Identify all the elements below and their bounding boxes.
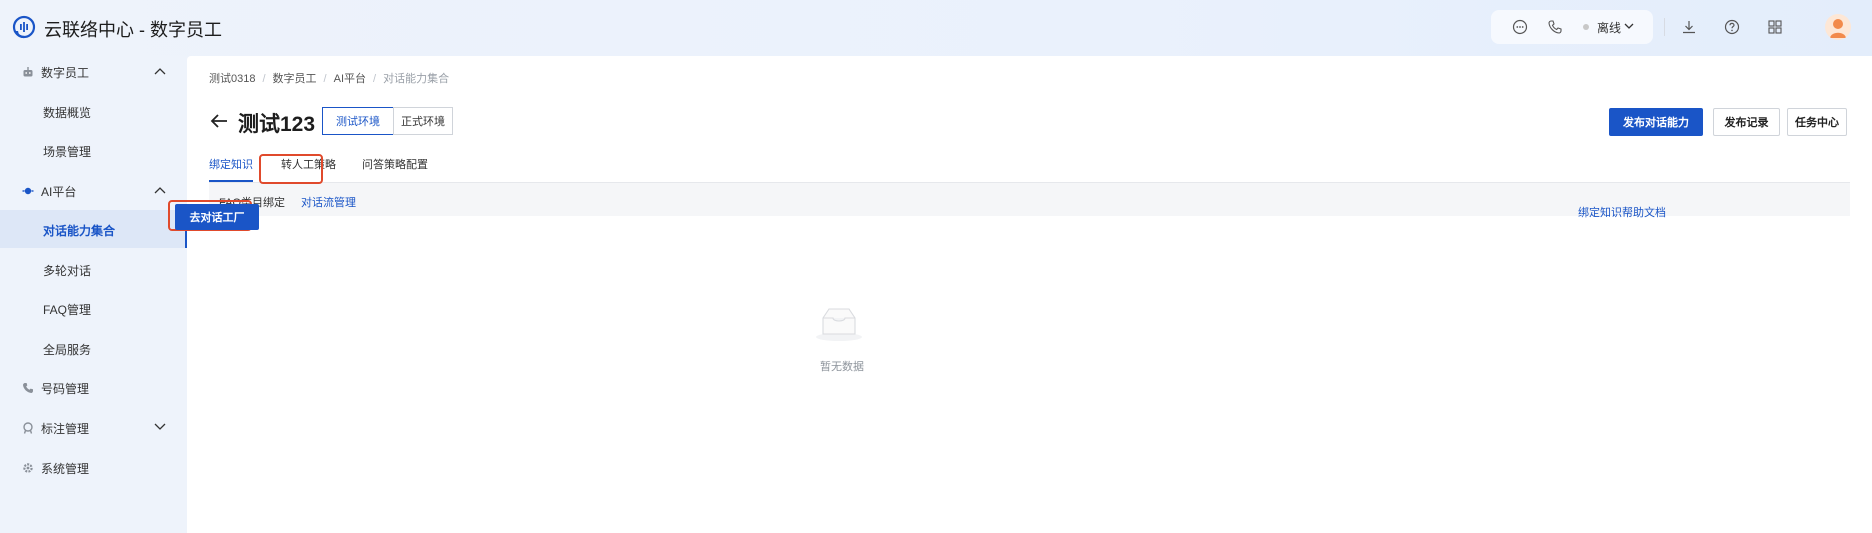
subtab-dialog-flow[interactable]: 对话流管理 — [301, 194, 356, 210]
sidebar-item-faq-management[interactable]: FAQ管理 — [0, 289, 187, 327]
gear-icon — [23, 463, 33, 473]
page-title: 测试123 — [238, 113, 316, 136]
publish-history-button[interactable]: 发布记录 — [1713, 108, 1780, 136]
sidebar-item-label: 号码管理 — [41, 382, 90, 396]
chat-icon[interactable] — [1512, 19, 1528, 35]
back-arrow-icon[interactable] — [209, 113, 229, 129]
logo-icon — [12, 15, 36, 39]
breadcrumb-item[interactable]: 数字员工 — [273, 73, 317, 85]
top-bar: 云联络中心 - 数字员工 离线 — [0, 0, 1872, 56]
sidebar-item-global-service[interactable]: 全局服务 — [0, 329, 187, 367]
toolbar-divider — [1664, 18, 1665, 36]
main-content: 测试0318/数字员工 / AI平台 / 对话能力集合 测试123 测试环境 正式环境 … — [168, 56, 1872, 533]
sidebar-item-label: 多轮对话 — [43, 264, 92, 278]
status-select[interactable]: 离线 — [1597, 19, 1621, 36]
publish-button[interactable]: 发布对话能力 — [1609, 108, 1703, 136]
chevron-down-icon[interactable] — [1624, 22, 1634, 30]
sidebar-item-data-overview[interactable]: 数据概览 — [0, 92, 187, 130]
sidebar-item-multi-turn-dialog[interactable]: 多轮对话 — [0, 250, 187, 288]
user-avatar-icon — [1830, 19, 1846, 38]
sidebar-item-label: 对话能力集合 — [43, 224, 116, 238]
sidebar-item-dialog-capabilities[interactable]: 对话能力集合 — [0, 210, 187, 248]
robot-icon — [23, 67, 33, 77]
tag-icon — [23, 422, 33, 434]
chevron-down-icon — [154, 423, 166, 430]
ai-icon — [22, 187, 34, 195]
breadcrumb-item[interactable]: 测试0318 — [209, 73, 255, 85]
breadcrumb-item[interactable]: AI平台 — [334, 73, 366, 85]
phone-icon[interactable] — [1547, 19, 1563, 35]
tab-qa-strategy[interactable]: 问答策略配置 — [362, 156, 428, 172]
help-icon[interactable] — [1724, 19, 1740, 35]
app-title: 云联络中心 - 数字员工 — [44, 20, 222, 40]
avatar[interactable] — [1825, 14, 1851, 40]
env-tab-test[interactable]: 测试环境 — [322, 107, 394, 135]
tab-bind-knowledge[interactable]: 绑定知识 — [209, 156, 253, 172]
sidebar-item-label: 场景管理 — [43, 145, 92, 159]
download-icon[interactable] — [1681, 19, 1697, 35]
go-dialog-factory-button[interactable]: 去对话工厂 — [175, 204, 259, 230]
apps-grid-icon[interactable] — [1767, 19, 1783, 35]
phone-icon — [23, 383, 33, 393]
sidebar-item-label: 数字员工 — [41, 66, 90, 80]
breadcrumb-current: 对话能力集合 — [383, 73, 450, 85]
env-tab-production[interactable]: 正式环境 — [393, 107, 453, 135]
breadcrumb: 测试0318/数字员工 / AI平台 / 对话能力集合 — [209, 73, 450, 85]
sidebar-item-label: FAQ管理 — [43, 303, 92, 317]
sidebar-item-digital-employee[interactable]: 数字员工 — [0, 52, 187, 90]
sidebar-item-number-management[interactable]: 号码管理 — [0, 368, 187, 406]
sidebar-item-scene-management[interactable]: 场景管理 — [0, 131, 187, 169]
sidebar-item-annotation-management[interactable]: 标注管理 — [0, 408, 187, 446]
sidebar-item-system-management[interactable]: 系统管理 — [0, 448, 187, 486]
status-dot — [1583, 24, 1589, 30]
sidebar-item-label: 系统管理 — [41, 462, 90, 476]
empty-inbox-icon — [816, 308, 862, 341]
chevron-up-icon — [154, 187, 166, 194]
sidebar-item-label: 标注管理 — [41, 422, 90, 436]
sidebar-item-label: 全局服务 — [43, 343, 92, 357]
chevron-up-icon — [154, 68, 166, 75]
sidebar-item-label: AI平台 — [41, 185, 77, 199]
sidebar-item-label: 数据概览 — [43, 106, 92, 120]
empty-state-text: 暂无数据 — [820, 361, 864, 373]
sidebar-item-ai-platform[interactable]: AI平台 — [0, 171, 187, 209]
task-center-button[interactable]: 任务中心 — [1787, 108, 1847, 136]
highlight-annotation — [259, 154, 323, 184]
help-doc-link[interactable]: 绑定知识帮助文档 — [1578, 204, 1666, 220]
